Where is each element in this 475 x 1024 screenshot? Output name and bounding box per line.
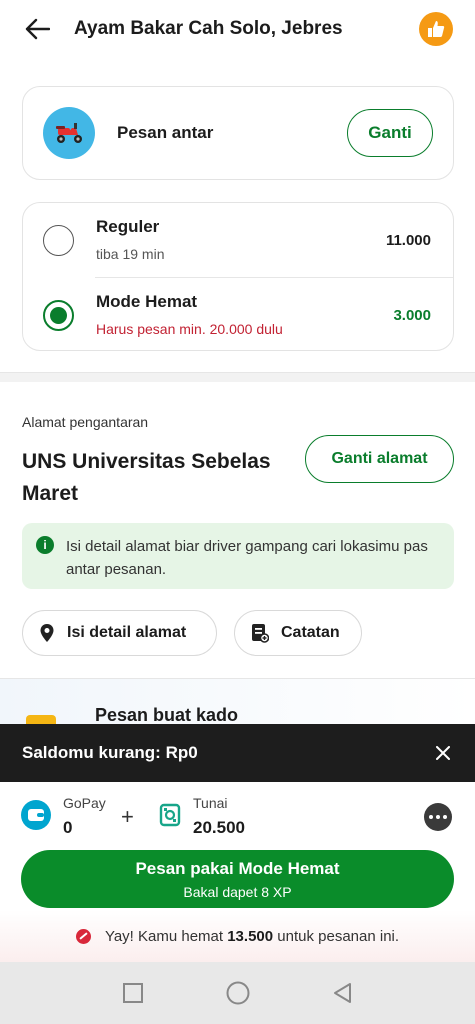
section-divider — [0, 372, 475, 382]
savings-amount: 13.500 — [227, 927, 274, 945]
address-detail-chip[interactable]: Isi detail alamat — [22, 610, 217, 656]
order-button-label: Pesan pakai Mode Hemat — [135, 859, 340, 878]
option-price: 11.000 — [385, 231, 431, 249]
cash-label: Tunai — [193, 795, 228, 811]
radio-mode-hemat[interactable] — [43, 299, 74, 331]
cash-amount: 20.500 — [193, 818, 245, 837]
chip-label: Isi detail alamat — [67, 624, 187, 641]
recent-apps-icon[interactable] — [118, 978, 148, 1008]
order-button-xp: Bakal dapet 8 XP — [183, 884, 292, 900]
savings-message: Yay! Kamu hemat 13.500 untuk pesanan ini… — [0, 910, 475, 962]
address-name: UNS Universitas Sebelas Maret — [22, 450, 271, 505]
option-eta: tiba 19 min — [96, 246, 165, 262]
option-reguler[interactable]: Reguler tiba 19 min 11.000 — [23, 203, 453, 277]
payment-methods[interactable]: GoPay 0 + Tunai 20.500 — [0, 782, 475, 848]
cash-icon — [155, 800, 185, 830]
balance-warning-text: Saldomu kurang: Rp0 — [22, 743, 198, 762]
address-section-label: Alamat pengantaran — [22, 414, 149, 430]
gift-title: Pesan buat kado — [95, 705, 239, 725]
info-text: Isi detail alamat biar driver gampang ca… — [66, 538, 428, 578]
savings-prefix: Yay! Kamu hemat — [104, 927, 228, 945]
plus-sign: + — [121, 804, 134, 829]
option-price: 3.000 — [393, 306, 431, 324]
gopay-balance: 0 — [63, 818, 73, 837]
more-options-icon[interactable] — [424, 803, 452, 831]
gift-option-row[interactable]: Pesan buat kado — [0, 678, 475, 726]
gopay-wallet-icon — [21, 800, 51, 830]
home-icon[interactable] — [223, 978, 253, 1008]
info-icon: i — [36, 536, 54, 554]
radio-reguler[interactable] — [43, 224, 74, 256]
discount-icon — [75, 928, 91, 944]
system-nav-bar — [0, 962, 475, 1024]
note-chip[interactable]: Catatan — [234, 610, 362, 656]
savings-suffix: untuk pesanan ini. — [273, 927, 400, 945]
thumbs-up-icon[interactable] — [419, 12, 453, 46]
option-mode-hemat[interactable]: Mode Hemat Harus pesan min. 20.000 dulu … — [23, 278, 453, 352]
top-bar: Ayam Bakar Cah Solo, Jebres — [0, 0, 475, 58]
delivery-label: Pesan antar — [117, 123, 214, 142]
delivery-type-card: Pesan antar Ganti — [22, 86, 454, 180]
back-triangle-icon[interactable] — [328, 978, 358, 1008]
change-delivery-button[interactable]: Ganti — [347, 109, 433, 157]
option-warning: Harus pesan min. 20.000 dulu — [96, 321, 283, 337]
location-pin-icon — [39, 623, 55, 643]
close-icon[interactable] — [433, 743, 453, 763]
change-address-button[interactable]: Ganti alamat — [305, 435, 454, 483]
chip-label: Catatan — [281, 624, 340, 641]
place-order-button[interactable]: Pesan pakai Mode Hemat Bakal dapet 8 XP — [21, 850, 454, 908]
back-arrow-icon[interactable] — [22, 14, 52, 44]
scooter-icon — [43, 107, 95, 159]
option-name: Mode Hemat — [96, 292, 198, 311]
delivery-options-card: Reguler tiba 19 min 11.000 Mode Hemat Ha… — [22, 202, 454, 351]
page-title: Ayam Bakar Cah Solo, Jebres — [74, 18, 343, 39]
gopay-label: GoPay — [63, 795, 106, 811]
note-icon — [251, 623, 269, 643]
address-info-banner: i Isi detail alamat biar driver gampang … — [22, 523, 454, 589]
option-name: Reguler — [96, 217, 160, 236]
balance-warning-bar: Saldomu kurang: Rp0 — [0, 724, 475, 782]
